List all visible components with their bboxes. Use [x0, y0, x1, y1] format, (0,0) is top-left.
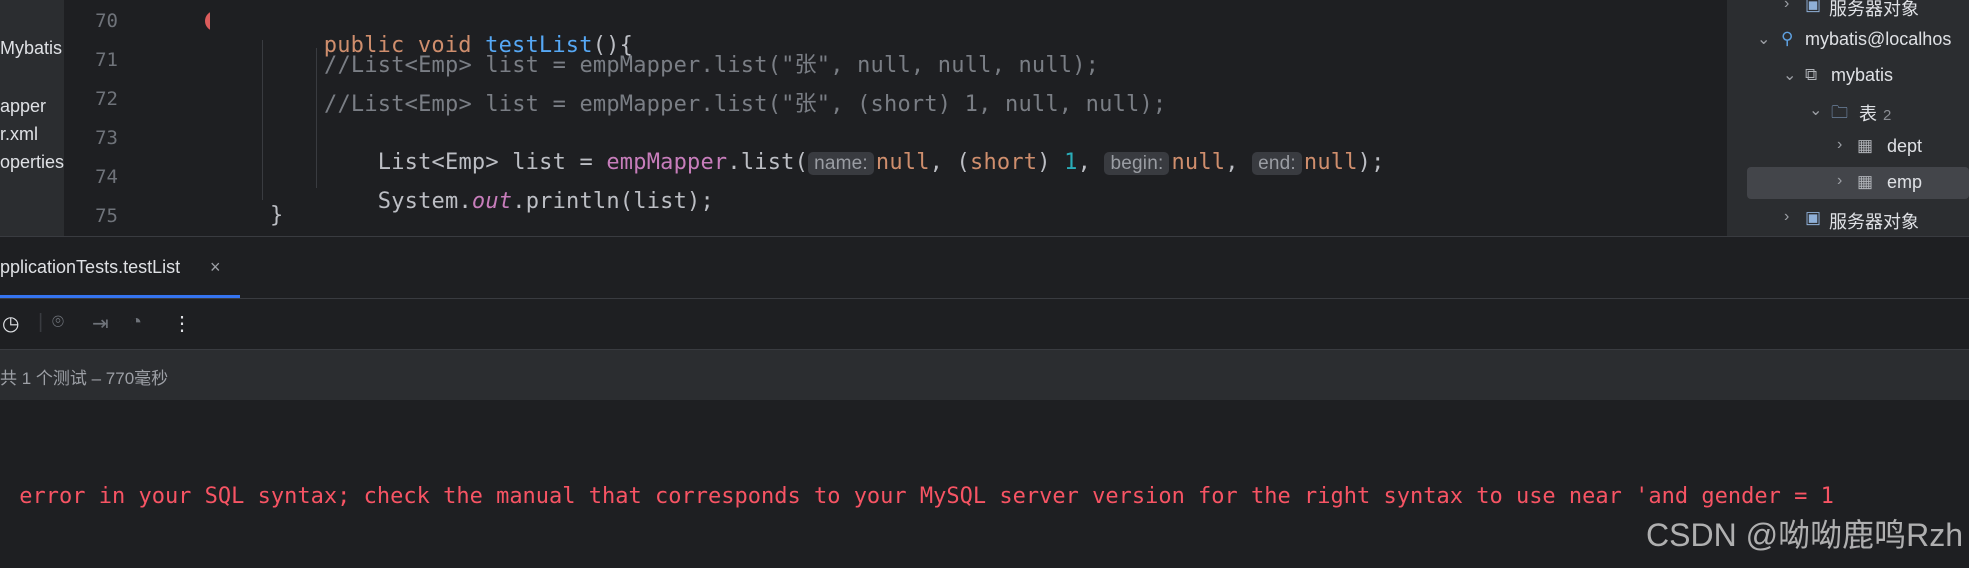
param-hint: begin: — [1104, 152, 1170, 175]
folder-icon: 🗀 — [1831, 103, 1848, 122]
code-text: . — [727, 150, 741, 175]
db-tree-schema[interactable]: ⌄ ⧉ mybatis — [1727, 60, 1969, 92]
line-number: 74 — [95, 166, 118, 188]
mysql-icon: ⚲ — [1781, 29, 1794, 48]
db-tree-table-dept[interactable]: › ▦ dept — [1727, 131, 1969, 163]
code-line-72: //List<Emp> list = empMapper.list("张", (… — [324, 92, 1167, 117]
db-tree-server-objects[interactable]: › ▣ 服务器对象 — [1727, 0, 1969, 22]
run-toolbar: ◷ | ⌾ ⇥ ◔ ⋮ — [0, 298, 1969, 350]
server-objects-icon: ▣ — [1805, 208, 1822, 227]
chevron-right-icon[interactable]: › — [1784, 208, 1789, 226]
error-message: error in your SQL syntax; check the manu… — [6, 484, 1834, 509]
server-objects-icon: ▣ — [1805, 0, 1822, 14]
code-text: ( — [794, 150, 809, 175]
line-number: 71 — [95, 49, 118, 71]
keyword: null — [1171, 150, 1226, 175]
code-text: .println(list); — [512, 189, 714, 214]
code-text: , — [1225, 150, 1253, 175]
project-item-xml[interactable]: r.xml — [0, 124, 38, 145]
console-output[interactable]: error in your SQL syntax; check the manu… — [0, 400, 1969, 568]
camera-icon[interactable]: ⌾ — [52, 311, 64, 334]
code-line-74: System.out.println(list); — [324, 164, 714, 239]
db-tree-label: emp — [1887, 172, 1923, 192]
db-tree-datasource[interactable]: ⌄ ⚲ mybatis@localhos — [1727, 24, 1969, 56]
code-text: ); — [1357, 150, 1385, 175]
param-hint: name: — [808, 152, 874, 175]
keyword: null — [875, 150, 930, 175]
chevron-right-icon[interactable]: › — [1837, 136, 1842, 154]
code-text: , — [1077, 150, 1105, 175]
code-line-75: } — [270, 203, 284, 228]
field-name: out — [471, 189, 513, 214]
test-summary: 共 1 个测试 – 770毫秒 — [0, 369, 169, 388]
db-tree-label: 服务器对象 — [1829, 212, 1919, 232]
chevron-down-icon[interactable]: ⌄ — [1783, 65, 1796, 85]
db-tree-label: mybatis@localhos — [1805, 29, 1952, 49]
database-panel: › ▣ 服务器对象 ⌄ ⚲ mybatis@localhos ⌄ ⧉ mybat… — [1727, 0, 1969, 236]
import-icon[interactable]: ⇥ — [92, 311, 109, 336]
indent-guide — [262, 40, 263, 200]
chevron-right-icon[interactable]: › — [1784, 0, 1789, 13]
divider: | — [38, 311, 44, 333]
keyword: null — [1303, 150, 1358, 175]
table-icon: ▦ — [1857, 172, 1874, 191]
count-badge: 2 — [1883, 107, 1892, 124]
chevron-down-icon[interactable]: ⌄ — [1809, 100, 1822, 120]
more-icon[interactable]: ⋮ — [172, 311, 192, 336]
table-icon: ▦ — [1857, 136, 1874, 155]
code-text: System. — [377, 189, 472, 214]
watermark: CSDN @呦呦鹿鸣Rzh — [1646, 517, 1963, 553]
schema-icon: ⧉ — [1805, 65, 1818, 84]
project-item-properties[interactable]: operties — [0, 152, 64, 173]
param-hint: end: — [1252, 152, 1302, 175]
line-number: 70 — [95, 10, 118, 32]
code-line-71: //List<Emp> list = empMapper.list("张", n… — [324, 53, 1100, 78]
db-tree-tables[interactable]: ⌄ 🗀 表2 — [1727, 95, 1969, 127]
performance-icon[interactable]: ◔ — [130, 311, 142, 334]
run-tab-bar: pplicationTests.testList × — [0, 236, 1969, 299]
db-tree-label: mybatis — [1831, 65, 1894, 85]
db-tree-table-emp[interactable]: › ▦ emp — [1747, 167, 1969, 199]
editor-gutter: 70 71 72 73 74 75 — [64, 0, 225, 236]
chevron-down-icon[interactable]: ⌄ — [1757, 29, 1770, 49]
project-item-mapper[interactable]: apper — [0, 96, 46, 117]
run-tab[interactable]: pplicationTests.testList — [0, 257, 180, 278]
code-editor[interactable]: public void testList(){ //List<Emp> list… — [210, 0, 1931, 239]
keyword: short — [970, 150, 1038, 175]
db-tree-server-objects[interactable]: › ▣ 服务器对象 — [1727, 203, 1969, 235]
db-tree-label: 服务器对象 — [1829, 0, 1919, 19]
db-tree-label: 表 — [1859, 104, 1877, 124]
line-number: 75 — [95, 205, 118, 227]
code-text: , ( — [929, 150, 970, 175]
test-status-bar: 共 1 个测试 – 770毫秒 — [0, 350, 1969, 400]
close-icon[interactable]: × — [210, 257, 221, 278]
history-icon[interactable]: ◷ — [2, 311, 19, 336]
code-text: ) — [1037, 150, 1065, 175]
line-number: 72 — [95, 88, 118, 110]
method-call: list — [740, 150, 795, 175]
project-item-mybatis[interactable]: Mybatis — [0, 38, 62, 59]
chevron-right-icon[interactable]: › — [1837, 172, 1842, 190]
line-number: 73 — [95, 127, 118, 149]
number-literal: 1 — [1064, 150, 1078, 175]
project-panel: Mybatis apper r.xml operties — [0, 0, 64, 236]
db-tree-label: dept — [1887, 136, 1923, 156]
